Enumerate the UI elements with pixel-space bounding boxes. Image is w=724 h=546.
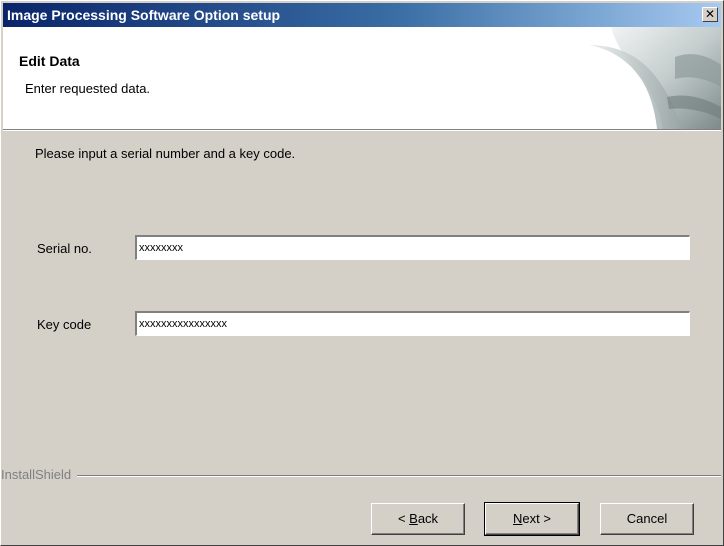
footer-divider	[1, 475, 721, 477]
back-rest: ack	[417, 511, 439, 526]
page-subtitle: Enter requested data.	[25, 81, 151, 96]
setup-dialog: Image Processing Software Option setup ✕…	[0, 0, 724, 546]
close-icon: ✕	[704, 7, 716, 21]
title-bar[interactable]: Image Processing Software Option setup ✕	[3, 3, 721, 27]
instructions-text: Please input a serial number and a key c…	[35, 146, 296, 161]
wizard-header: Edit Data Enter requested data.	[3, 27, 721, 130]
cancel-button[interactable]: Cancel	[600, 503, 694, 535]
serial-label: Serial no.	[37, 241, 92, 256]
installshield-logo-graphic	[589, 27, 721, 129]
installshield-brand: InstallShield	[1, 467, 78, 483]
key-code-input[interactable]	[134, 310, 691, 337]
keycode-label: Key code	[37, 317, 92, 332]
page-title: Edit Data	[19, 53, 80, 69]
cancel-label: Cancel	[626, 511, 668, 526]
next-rest: ext >	[522, 511, 551, 526]
back-prefix: <	[397, 511, 410, 526]
serial-number-input[interactable]	[134, 234, 691, 261]
back-button[interactable]: < Back	[371, 503, 465, 535]
back-mnemonic: B	[409, 511, 418, 526]
close-button[interactable]: ✕	[702, 7, 718, 22]
next-button[interactable]: Next >	[484, 502, 580, 536]
next-mnemonic: N	[513, 511, 523, 526]
window-title: Image Processing Software Option setup	[7, 7, 281, 23]
